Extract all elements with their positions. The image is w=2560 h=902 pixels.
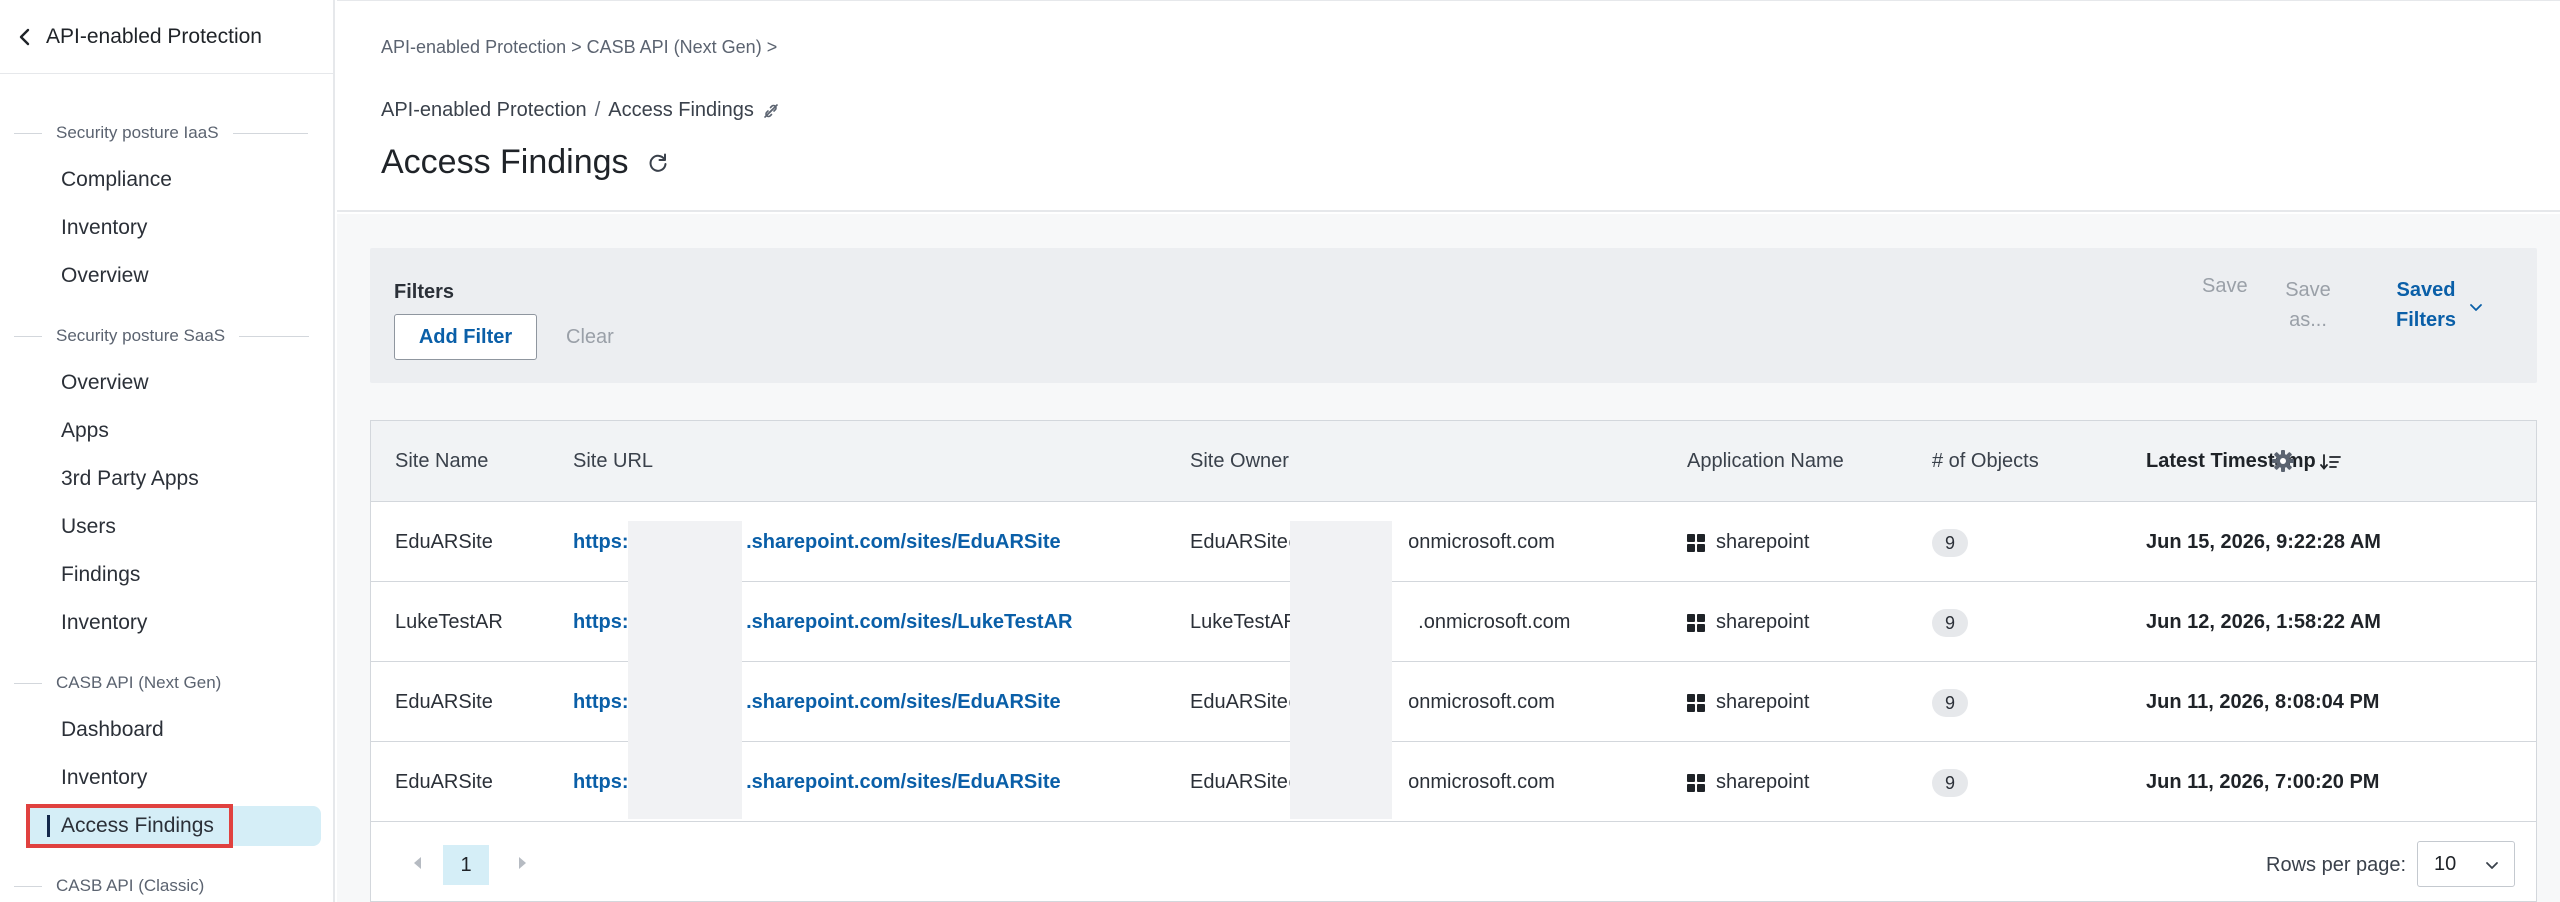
grid-icon — [1687, 774, 1705, 792]
timestamp-cell: Jun 15, 2026, 9:22:28 AM — [2146, 531, 2381, 553]
url-prefix: https:/ — [573, 771, 635, 793]
sidebar-item-inventory-iaas[interactable]: Inventory — [0, 208, 335, 248]
timestamp-cell: Jun 11, 2026, 7:00:20 PM — [2146, 771, 2380, 793]
url-suffix: .sharepoint.com/sites/EduARSite — [746, 771, 1061, 793]
rows-per-page-label: Rows per page: — [2266, 854, 2407, 876]
objects-count-badge: 9 — [1932, 769, 1968, 797]
section-header-saas: Security posture SaaS — [0, 324, 335, 348]
redacted-region — [1290, 521, 1392, 819]
application-name-cell: sharepoint — [1716, 611, 1810, 633]
section-header-casb-next-gen: CASB API (Next Gen) — [0, 671, 335, 695]
application-name-cell: sharepoint — [1716, 771, 1810, 793]
page-title: Access Findings — [381, 143, 629, 181]
caret-right-icon[interactable] — [513, 853, 531, 873]
section-label: Security posture SaaS — [56, 326, 226, 345]
url-prefix: https:/ — [573, 691, 635, 713]
rows-per-page-select[interactable]: 10 — [2417, 841, 2515, 887]
breadcrumb-item-api-protection[interactable]: API-enabled Protection — [381, 99, 587, 122]
main-panel: API-enabled Protection > CASB API (Next … — [337, 0, 2560, 902]
sidebar: API-enabled Protection Security posture … — [0, 0, 335, 902]
grid-icon — [1687, 614, 1705, 632]
site-name-cell: EduARSite — [395, 531, 493, 553]
filters-panel: Filters Add Filter Clear Save Save as...… — [370, 248, 2537, 383]
owner-suffix: .onmicrosoft.com — [1418, 611, 1571, 633]
sidebar-item-dashboard[interactable]: Dashboard — [0, 710, 335, 750]
section-header-casb-classic: CASB API (Classic) — [0, 874, 335, 898]
content-area: Filters Add Filter Clear Save Save as...… — [337, 214, 2560, 902]
rows-per-page-value: 10 — [2434, 853, 2457, 875]
site-name-cell: LukeTestAR — [395, 611, 503, 633]
saved-filters-button[interactable]: Saved Filters — [2386, 275, 2466, 335]
site-name-cell: EduARSite — [395, 691, 493, 713]
column-header-application-name[interactable]: Application Name — [1687, 421, 1844, 502]
owner-suffix: onmicrosoft.com — [1408, 691, 1555, 713]
section-header-iaas: Security posture IaaS — [0, 121, 335, 145]
sidebar-item-inventory-casb[interactable]: Inventory — [0, 758, 335, 798]
section-label: Security posture IaaS — [56, 123, 219, 142]
sidebar-item-users[interactable]: Users — [0, 507, 335, 547]
section-label: CASB API (Classic) — [56, 876, 205, 895]
chevron-left-icon[interactable] — [14, 26, 36, 48]
page-number-button[interactable]: 1 — [443, 845, 489, 885]
owner-suffix: onmicrosoft.com — [1408, 771, 1555, 793]
page-header: API-enabled Protection > CASB API (Next … — [337, 0, 2560, 212]
findings-table: Site Name Site URL Site Owner Applicatio… — [370, 420, 2537, 902]
refresh-icon[interactable] — [645, 150, 671, 176]
table-header: Site Name Site URL Site Owner Applicatio… — [371, 421, 2536, 502]
pagination: 1 Rows per page: 10 — [371, 825, 2536, 902]
gear-icon[interactable] — [2270, 448, 2296, 474]
grid-icon — [1687, 694, 1705, 712]
filters-label: Filters — [394, 281, 455, 303]
objects-count-badge: 9 — [1932, 609, 1968, 637]
chevron-down-icon[interactable] — [2468, 299, 2484, 315]
sort-descending-icon[interactable] — [2319, 453, 2342, 471]
column-header-objects[interactable]: # of Objects — [1932, 421, 2039, 502]
url-suffix: .sharepoint.com/sites/LukeTestAR — [746, 611, 1073, 633]
add-filter-button[interactable]: Add Filter — [394, 314, 537, 360]
column-header-site-name[interactable]: Site Name — [395, 421, 488, 502]
sidebar-item-inventory-saas[interactable]: Inventory — [0, 603, 335, 643]
sidebar-item-findings[interactable]: Findings — [0, 555, 335, 595]
clear-filters-button[interactable]: Clear — [566, 314, 614, 360]
link-icon[interactable] — [762, 102, 780, 120]
application-name-cell: sharepoint — [1716, 691, 1810, 713]
site-name-cell: EduARSite — [395, 771, 493, 793]
application-name-cell: sharepoint — [1716, 531, 1810, 553]
url-suffix: .sharepoint.com/sites/EduARSite — [746, 691, 1061, 713]
breadcrumb: API-enabled Protection / Access Findings — [381, 99, 780, 122]
sidebar-item-apps[interactable]: Apps — [0, 411, 335, 451]
owner-suffix: onmicrosoft.com — [1408, 531, 1555, 553]
redacted-region — [628, 521, 742, 819]
url-prefix: https:/ — [573, 531, 635, 553]
url-suffix: .sharepoint.com/sites/EduARSite — [746, 531, 1061, 553]
sidebar-item-3rd-party-apps[interactable]: 3rd Party Apps — [0, 459, 335, 499]
sidebar-item-overview-saas[interactable]: Overview — [0, 363, 335, 403]
objects-count-badge: 9 — [1932, 689, 1968, 717]
timestamp-cell: Jun 12, 2026, 1:58:22 AM — [2146, 611, 2381, 633]
breadcrumb-item-access-findings: Access Findings — [608, 99, 754, 121]
url-prefix: https:/ — [573, 611, 635, 633]
column-header-latest-timestamp[interactable]: Latest Timestamp — [2146, 421, 2342, 502]
top-breadcrumb[interactable]: API-enabled Protection > CASB API (Next … — [381, 37, 777, 58]
section-label: CASB API (Next Gen) — [56, 673, 222, 692]
save-button[interactable]: Save — [2202, 275, 2248, 298]
sidebar-header[interactable]: API-enabled Protection — [0, 0, 333, 74]
timestamp-cell: Jun 11, 2026, 8:08:04 PM — [2146, 691, 2380, 713]
column-header-site-url[interactable]: Site URL — [573, 421, 653, 502]
sidebar-item-overview-iaas[interactable]: Overview — [0, 256, 335, 296]
sidebar-title: API-enabled Protection — [46, 24, 262, 48]
sidebar-item-access-findings[interactable]: Access Findings — [0, 806, 335, 846]
grid-icon — [1687, 534, 1705, 552]
column-header-site-owner[interactable]: Site Owner — [1190, 421, 1289, 502]
objects-count-badge: 9 — [1932, 529, 1968, 557]
chevron-down-icon — [2484, 857, 2500, 873]
caret-left-icon[interactable] — [409, 853, 427, 873]
breadcrumb-separator: / — [594, 99, 601, 121]
save-as-button[interactable]: Save as... — [2278, 275, 2338, 335]
sidebar-item-compliance[interactable]: Compliance — [0, 160, 335, 200]
